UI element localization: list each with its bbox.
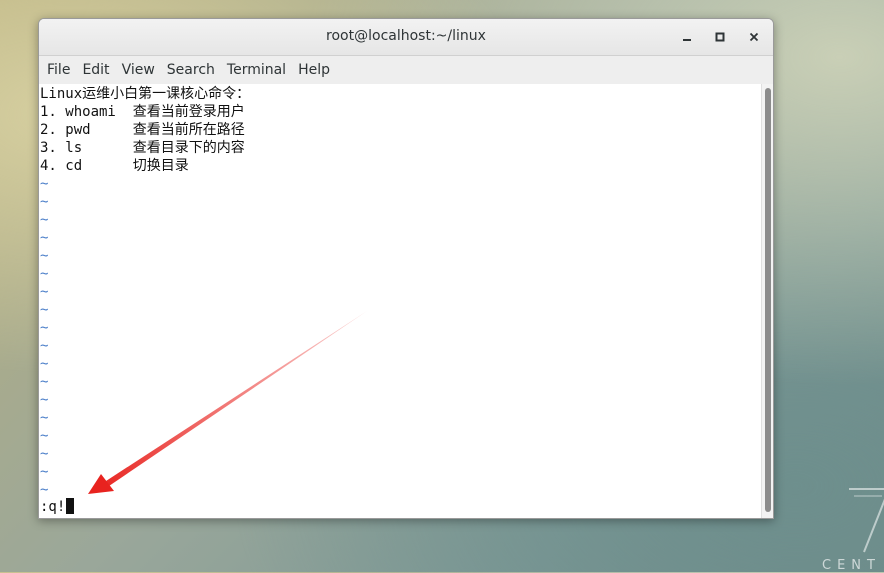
empty-line-marker: ~ xyxy=(40,410,49,426)
empty-line-marker: ~ xyxy=(40,212,49,228)
empty-line-marker: ~ xyxy=(40,374,49,390)
empty-line-marker: ~ xyxy=(40,392,49,408)
editor-line-heading: Linux运维小白第一课核心命令： xyxy=(40,86,251,102)
maximize-button[interactable] xyxy=(710,27,730,47)
editor-line-2: 2. pwd 查看当前所在路径 xyxy=(40,122,245,138)
menubar: File Edit View Search Terminal Help xyxy=(39,56,773,85)
empty-line-marker: ~ xyxy=(40,428,49,444)
empty-line-marker: ~ xyxy=(40,320,49,336)
command-text: :q! xyxy=(40,499,66,515)
maximize-icon xyxy=(715,32,725,42)
menu-help[interactable]: Help xyxy=(292,56,336,84)
titlebar[interactable]: root@localhost:~/linux xyxy=(39,19,773,56)
close-icon xyxy=(749,32,759,42)
centos-logo-icon xyxy=(849,488,884,553)
close-button[interactable] xyxy=(744,27,764,47)
command-line[interactable]: :q! xyxy=(40,498,75,516)
text-cursor xyxy=(66,498,75,514)
scrollbar[interactable] xyxy=(761,84,773,518)
menu-edit[interactable]: Edit xyxy=(76,56,115,84)
menu-view[interactable]: View xyxy=(116,56,161,84)
empty-line-marker: ~ xyxy=(40,176,49,192)
minimize-icon xyxy=(683,39,691,41)
desktop-watermark-text: CENT xyxy=(822,558,881,573)
empty-line-marker: ~ xyxy=(40,302,49,318)
window-title: root@localhost:~/linux xyxy=(326,28,486,44)
menu-terminal[interactable]: Terminal xyxy=(221,56,292,84)
empty-line-marker: ~ xyxy=(40,482,49,498)
editor-line-3: 3. ls 查看目录下的内容 xyxy=(40,140,245,156)
empty-line-marker: ~ xyxy=(40,248,49,264)
minimize-button[interactable] xyxy=(677,27,697,47)
menu-file[interactable]: File xyxy=(41,56,76,84)
terminal-content[interactable]: Linux运维小白第一课核心命令： 1. whoami 查看当前登录用户 2. … xyxy=(39,84,761,518)
editor-line-4: 4. cd 切换目录 xyxy=(40,158,189,174)
empty-line-marker: ~ xyxy=(40,266,49,282)
scrollbar-thumb[interactable] xyxy=(765,88,771,512)
empty-line-marker: ~ xyxy=(40,194,49,210)
empty-line-marker: ~ xyxy=(40,446,49,462)
editor-line-1: 1. whoami 查看当前登录用户 xyxy=(40,104,245,120)
empty-line-marker: ~ xyxy=(40,356,49,372)
menu-search[interactable]: Search xyxy=(161,56,221,84)
empty-line-marker: ~ xyxy=(40,464,49,480)
empty-line-marker: ~ xyxy=(40,284,49,300)
empty-line-marker: ~ xyxy=(40,230,49,246)
empty-line-marker: ~ xyxy=(40,338,49,354)
terminal-window: root@localhost:~/linux File Edit View Se… xyxy=(38,18,774,519)
